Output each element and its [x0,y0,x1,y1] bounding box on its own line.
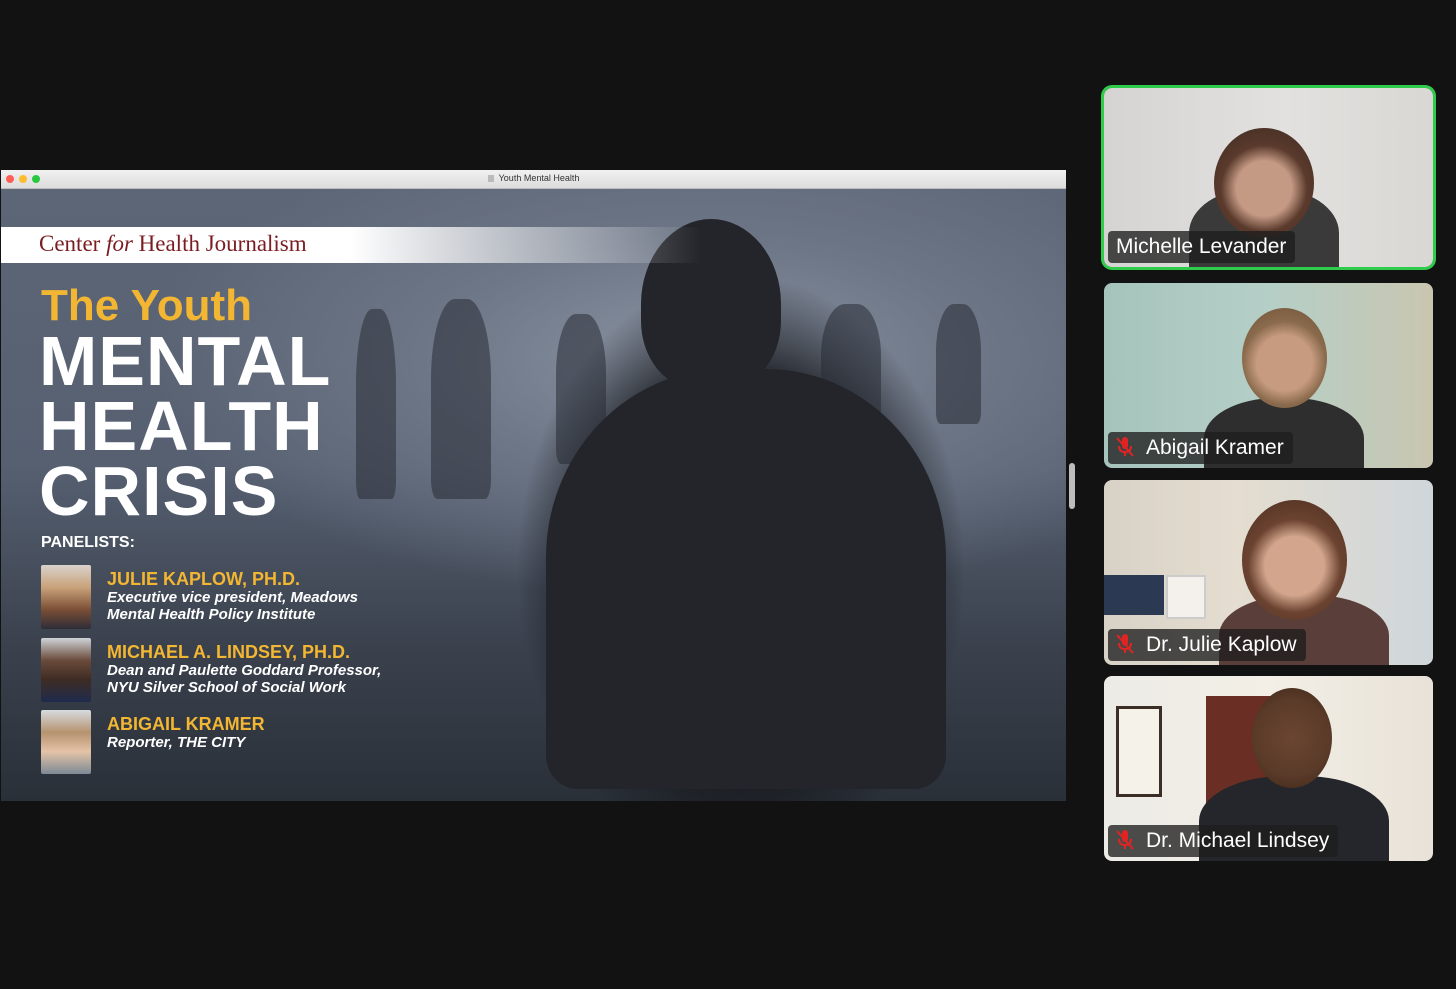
participant-face [1242,500,1347,620]
panelists-heading: PANELISTS: [41,534,135,551]
background-monitor [1104,575,1164,615]
panelist-name: MICHAEL A. LINDSEY, PH.D. [107,642,351,662]
microphone-muted-icon [1116,830,1134,850]
split-view-resize-handle[interactable] [1069,463,1075,509]
panelist-name: ABIGAIL KRAMER [107,714,265,734]
brand-logo-text: Center for Health Journalism [39,231,307,256]
panelist-description: Reporter, THE CITY [107,734,246,751]
participant-tile-michael-lindsey[interactable]: Dr. Michael Lindsey [1104,676,1433,861]
background-figure [356,309,396,499]
shared-screen-window: Youth Mental Health Center for Health Jo… [1,170,1066,801]
participant-name-tag: Abigail Kramer [1108,432,1293,464]
window-titlebar: Youth Mental Health [1,170,1066,189]
microphone-muted-icon [1116,634,1134,654]
panelist-photo [41,638,91,702]
document-icon [487,175,494,182]
panelist-name: JULIE KAPLOW, PH.D. [107,569,301,589]
background-photo-frame [1166,575,1206,619]
hooded-figure-body [546,369,946,789]
background-diploma-frame [1116,706,1162,797]
participant-name-tag: Dr. Julie Kaplow [1108,629,1306,661]
participant-name-tag: Dr. Michael Lindsey [1108,825,1339,857]
participant-name-tag: Michelle Levander [1108,231,1296,263]
participant-tile-michelle-levander[interactable]: Michelle Levander [1104,88,1433,267]
panelist-description: Dean and Paulette Goddard Professor, NYU… [107,662,382,696]
participant-tile-julie-kaplow[interactable]: Dr. Julie Kaplow [1104,480,1433,665]
participant-face [1242,308,1327,408]
presentation-slide: Center for Health Journalism The Youth M… [1,189,1066,801]
participant-face [1214,128,1314,238]
window-title: Youth Mental Health [1,173,1066,183]
participant-face [1252,688,1332,788]
panelist-photo [41,710,91,774]
microphone-muted-icon [1116,437,1134,457]
panelist-photo [41,565,91,629]
slide-title-main: MENTAL HEALTH CRISIS [39,322,332,530]
background-figure [936,304,981,424]
panelist-description: Executive vice president, Meadows Mental… [107,589,358,623]
background-figure [431,299,491,499]
participant-tile-abigail-kramer[interactable]: Abigail Kramer [1104,283,1433,468]
